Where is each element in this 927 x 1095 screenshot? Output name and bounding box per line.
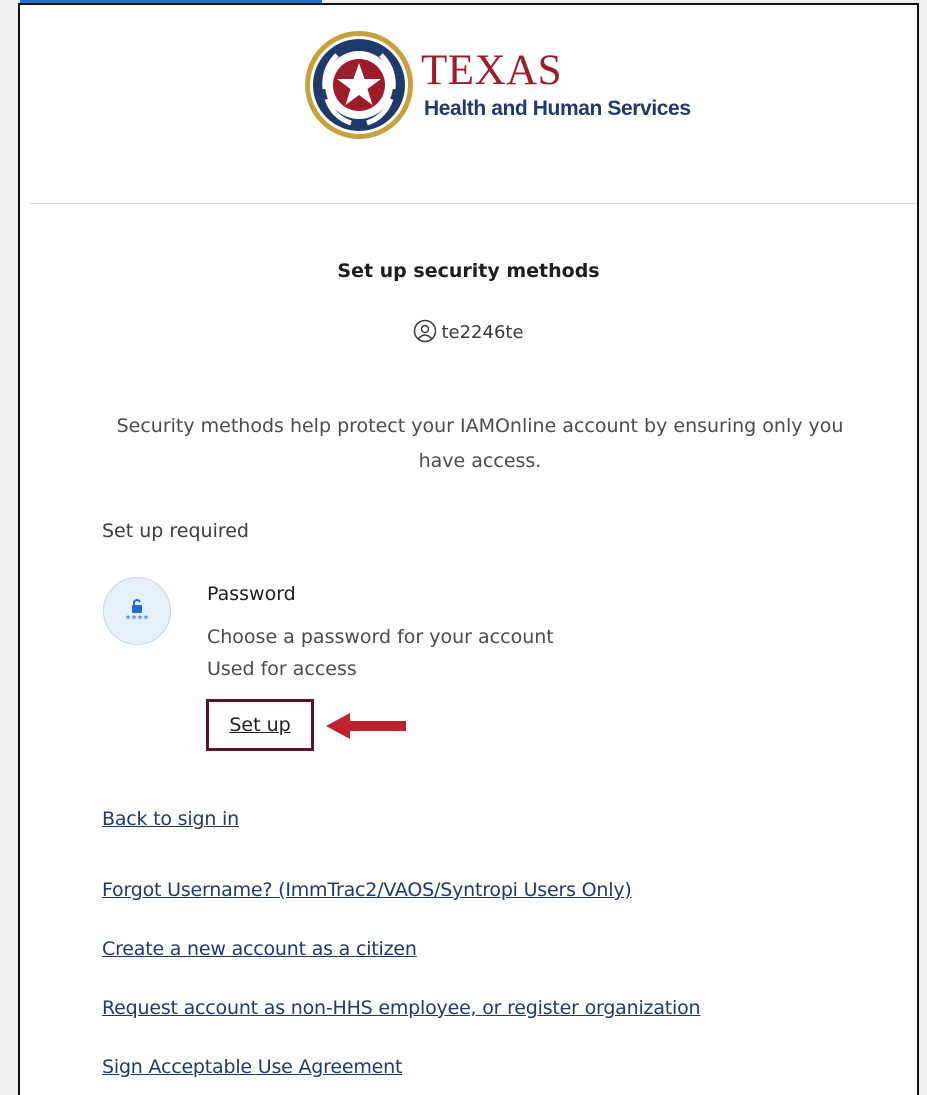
authenticator-description-line1: Choose a password for your account — [207, 626, 554, 648]
username-text: te2246te — [441, 322, 524, 343]
forgot-username-link[interactable]: Forgot Username? (ImmTrac2/VAOS/Syntropi… — [102, 879, 632, 901]
authenticator-name: Password — [207, 583, 296, 605]
setup-required-label: Set up required — [102, 520, 249, 542]
card-header: TEXAS Health and Human Services — [20, 5, 917, 203]
callout-arrow-icon — [326, 713, 406, 739]
texas-seal-icon — [305, 31, 413, 139]
sign-agreement-link[interactable]: Sign Acceptable Use Agreement — [102, 1056, 402, 1078]
logo-title: TEXAS — [421, 47, 563, 94]
back-to-sign-in-link[interactable]: Back to sign in — [102, 808, 239, 830]
username-display: te2246te — [20, 319, 917, 343]
password-lock-icon: **** — [103, 577, 171, 645]
authenticator-description: Choose a password for your account Used … — [207, 621, 554, 685]
texas-hhs-logo: TEXAS Health and Human Services — [303, 29, 703, 141]
create-account-link[interactable]: Create a new account as a citizen — [102, 938, 417, 960]
setup-password-button[interactable]: Set up — [206, 699, 314, 751]
authenticator-description-line2: Used for access — [207, 658, 357, 680]
logo-subtitle: Health and Human Services — [424, 97, 691, 120]
page-title: Set up security methods — [337, 260, 600, 282]
security-description: Security methods help protect your IAMOn… — [116, 415, 844, 472]
sign-in-card: TEXAS Health and Human Services Set up s… — [18, 3, 919, 1095]
user-icon — [414, 319, 437, 343]
header-divider — [30, 203, 917, 204]
request-account-link[interactable]: Request account as non-HHS employee, or … — [102, 997, 701, 1019]
svg-text:****: **** — [125, 614, 149, 625]
